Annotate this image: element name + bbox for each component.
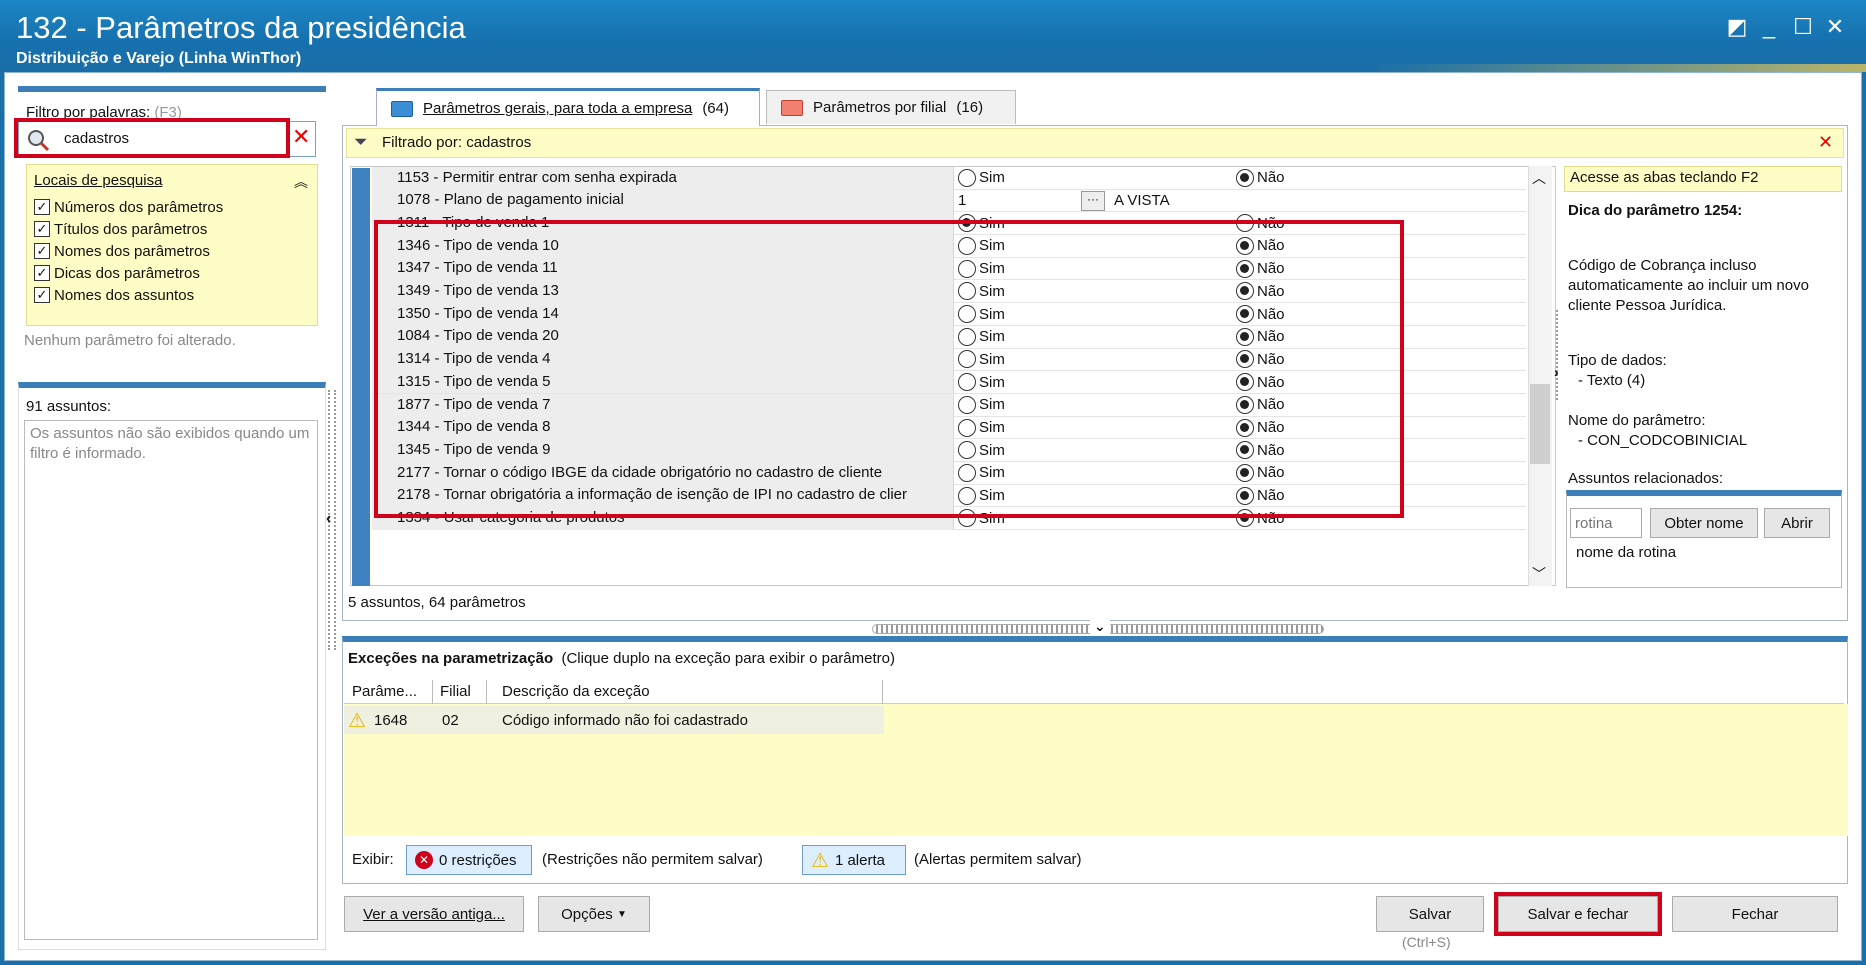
tip-title: Dica do parâmetro 1254: [1568, 202, 1743, 219]
clear-search-icon[interactable]: ✕ [292, 124, 310, 150]
exibir-label: Exibir: [352, 851, 394, 868]
change-status: Nenhum parâmetro foi alterado. [24, 332, 236, 349]
ellipsis-button[interactable]: ··· [1081, 190, 1105, 211]
minimize-button[interactable]: _ [1756, 14, 1782, 40]
dropdown-icon: ▼ [616, 908, 627, 920]
value-text[interactable]: 1 [958, 192, 1078, 209]
abrir-button[interactable]: Abrir [1764, 508, 1830, 538]
check-icon[interactable]: ✓ [34, 265, 50, 281]
filter-indicator-bar [346, 128, 1844, 158]
parameter-name: 1078 - Plano de pagamento inicial [372, 189, 954, 212]
radio-icon[interactable] [1236, 168, 1254, 187]
col-parametro[interactable]: Parâme... [352, 683, 417, 700]
close-dialog-button[interactable]: Fechar [1672, 896, 1838, 932]
rotina-input[interactable] [1570, 508, 1642, 538]
subjects-list[interactable] [24, 420, 318, 940]
tab-parametros-filial[interactable]: Parâmetros por filial (16) [766, 90, 1016, 124]
tip-description: Código de Cobrança incluso automaticamen… [1568, 257, 1809, 314]
tip-data-type-label: Tipo de dados: [1568, 352, 1667, 369]
search-locations-title[interactable]: Locais de pesquisa [34, 172, 162, 189]
grid-group-stripe [352, 168, 370, 586]
col-separator [432, 680, 433, 704]
window-subtitle: Distribuição e Varejo (Linha WinThor) [16, 50, 302, 67]
chevron-left-icon[interactable]: ‹ [326, 510, 331, 528]
opcoes-button[interactable]: Opções ▼ [538, 896, 650, 932]
chevron-up-icon[interactable]: ︿ [1532, 168, 1546, 188]
clear-filter-icon[interactable]: ✕ [1818, 132, 1833, 153]
save-shortcut: (Ctrl+S) [1402, 934, 1451, 950]
rotina-hint: nome da rotina [1576, 544, 1677, 561]
tab-parametros-gerais[interactable]: Parâmetros gerais, para toda a empresa (… [376, 88, 760, 126]
tip-param-name-label: Nome do parâmetro: [1568, 412, 1706, 429]
checkbox-dicas[interactable]: ✓ Dicas dos parâmetros [34, 262, 200, 284]
checkbox-numeros[interactable]: ✓ Números dos parâmetros [34, 196, 223, 218]
tip-data-type-value: - Texto (4) [1578, 372, 1646, 389]
scrollbar-thumb[interactable] [1530, 384, 1550, 464]
chevron-down-icon[interactable]: ﹀ [1532, 564, 1546, 584]
grid-summary: 5 assuntos, 64 parâmetros [348, 594, 526, 611]
save-close-highlight [1494, 892, 1662, 936]
check-icon[interactable]: ✓ [34, 243, 50, 259]
checkbox-nomes[interactable]: ✓ Nomes dos parâmetros [34, 240, 210, 262]
close-button[interactable]: ✕ [1822, 14, 1848, 40]
checkbox-titulos[interactable]: ✓ Títulos dos parâmetros [34, 218, 207, 240]
subjects-count: 91 assuntos: [26, 398, 112, 415]
title-decoration [1370, 64, 1866, 72]
check-icon[interactable]: ✓ [34, 199, 50, 215]
chevron-right-icon[interactable]: › [1554, 364, 1559, 380]
warning-icon: ⚠ [811, 849, 829, 872]
related-subjects-box [1566, 490, 1842, 588]
alertas-toggle[interactable]: ⚠ 1 alerta [802, 845, 906, 875]
warning-icon: ⚠ [348, 710, 366, 732]
funnel-icon: ⏷ [354, 132, 368, 151]
restricoes-note: (Restrições não permitem salvar) [542, 851, 763, 868]
col-separator [486, 680, 487, 704]
filter-indicator-text: Filtrado por: cadastros [382, 134, 532, 151]
maximize-button[interactable]: ☐ [1790, 14, 1816, 40]
window-title: 132 - Parâmetros da presidência [16, 10, 466, 45]
exception-description: Código informado não foi cadastrado [502, 712, 748, 729]
obter-nome-button[interactable]: Obter nome [1650, 508, 1758, 538]
search-highlight [14, 118, 290, 158]
check-icon[interactable]: ✓ [34, 287, 50, 303]
old-version-button[interactable]: Ver a versão antiga... [344, 896, 524, 932]
save-button[interactable]: Salvar [1376, 896, 1484, 932]
radio-nao[interactable]: Não [1236, 164, 1526, 191]
chevron-down-icon[interactable]: ⌄ [1090, 618, 1110, 635]
value-description: A VISTA [1114, 192, 1170, 210]
check-icon[interactable]: ✓ [34, 221, 50, 237]
checkbox-assuntos[interactable]: ✓ Nomes dos assuntos [34, 284, 194, 306]
col-separator [882, 680, 883, 704]
rows-highlight [374, 220, 1404, 518]
related-subjects-label: Assuntos relacionados: [1568, 470, 1724, 487]
subjects-message: Os assuntos não são exibidos quando um f… [30, 425, 310, 462]
folder-red-icon [781, 99, 803, 116]
alertas-note: (Alertas permitem salvar) [914, 851, 1082, 868]
radio-icon[interactable] [958, 168, 976, 187]
folder-blue-icon [391, 100, 413, 117]
exceptions-title: Exceções na parametrização (Clique duplo… [348, 650, 895, 667]
error-icon: ✕ [415, 851, 433, 869]
tips-bar-text: Acesse as abas teclando F2 [1570, 169, 1759, 186]
tips-splitter[interactable] [1556, 310, 1564, 400]
tip-param-name-value: - CON_CODCOBINICIAL [1578, 432, 1748, 449]
col-filial[interactable]: Filial [440, 683, 471, 700]
exception-filial: 02 [442, 712, 459, 729]
restricoes-toggle[interactable]: ✕ 0 restrições [406, 845, 532, 875]
col-descricao[interactable]: Descrição da exceção [502, 683, 650, 700]
grid-scrollbar[interactable] [1528, 166, 1552, 586]
parameter-name: 1153 - Permitir entrar com senha expirad… [372, 166, 954, 190]
table-row[interactable]: 1153 - Permitir entrar com senha expirad… [372, 164, 1526, 191]
exception-param: 1648 [374, 712, 408, 729]
collapse-up-icon[interactable]: ︽ [294, 172, 308, 192]
restore-icon[interactable]: ◩ [1724, 14, 1750, 40]
